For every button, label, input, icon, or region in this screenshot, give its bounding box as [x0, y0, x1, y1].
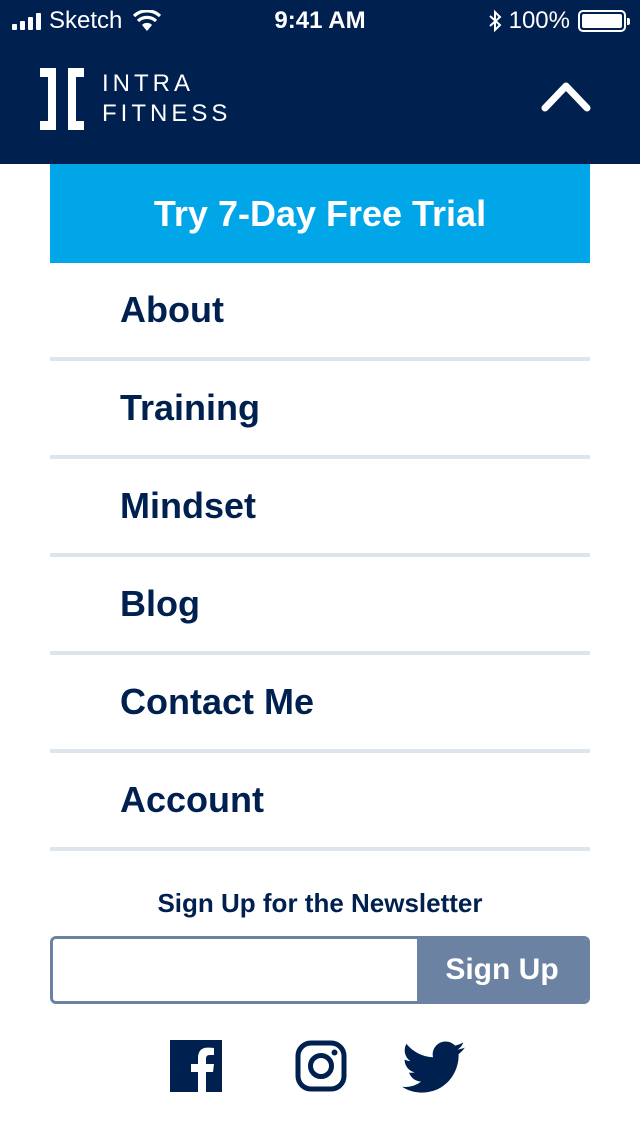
status-right: 100%	[487, 7, 630, 35]
newsletter-title: Sign Up for the Newsletter	[157, 888, 483, 918]
nav-menu: About Training Mindset Blog Contact Me A…	[50, 263, 590, 851]
social-links	[0, 1040, 640, 1096]
brand-line-2: FITNESS	[102, 100, 232, 127]
chevron-up-icon[interactable]	[540, 78, 592, 114]
newsletter-email-input[interactable]	[53, 939, 417, 1001]
menu-item-blog[interactable]: Blog	[50, 557, 590, 655]
bluetooth-icon	[488, 9, 502, 33]
menu-item-training[interactable]: Training	[50, 361, 590, 459]
twitter-icon[interactable]	[402, 1040, 466, 1094]
app-header: Sketch 9:41 AM 100% INTRA FITNESS	[0, 0, 640, 164]
menu-item-mindset[interactable]: Mindset	[50, 459, 590, 557]
menu-item-about[interactable]: About	[50, 263, 590, 361]
facebook-icon[interactable]	[170, 1040, 222, 1092]
sign-up-button[interactable]: Sign Up	[417, 939, 587, 1001]
free-trial-button[interactable]: Try 7-Day Free Trial	[50, 164, 590, 263]
menu-item-account[interactable]: Account	[50, 753, 590, 851]
logo-mark-icon	[40, 68, 84, 130]
newsletter-form: Sign Up	[50, 936, 590, 1004]
brand-name: INTRA FITNESS	[102, 69, 231, 129]
status-bar: Sketch 9:41 AM 100%	[0, 0, 640, 40]
battery-percent: 100%	[508, 7, 570, 34]
battery-icon	[578, 10, 630, 32]
brand-logo[interactable]: INTRA FITNESS	[40, 68, 231, 130]
brand-line-1: INTRA	[102, 70, 194, 97]
menu-item-contact[interactable]: Contact Me	[50, 655, 590, 753]
instagram-icon[interactable]	[295, 1040, 347, 1092]
